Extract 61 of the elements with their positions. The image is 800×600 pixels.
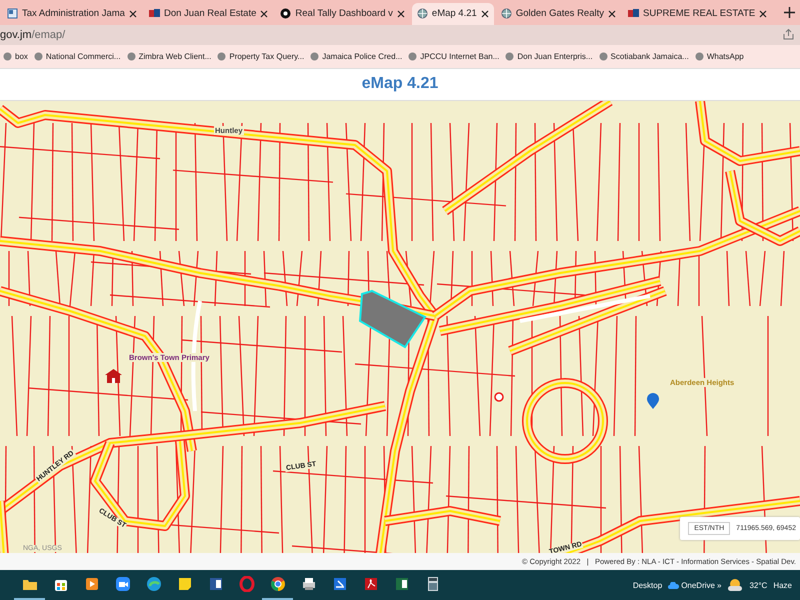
- bookmark-item[interactable]: Jamaica Police Cred...: [307, 52, 406, 61]
- site-icon: [408, 52, 418, 61]
- share-icon[interactable]: [783, 29, 794, 40]
- globe-icon: [500, 8, 512, 20]
- bookmark-item[interactable]: Don Juan Enterpris...: [502, 52, 596, 61]
- scanner-icon: [332, 576, 348, 592]
- address-field[interactable]: gov.jm/emap/: [0, 28, 66, 41]
- site-icon: [34, 52, 43, 61]
- sticky-note-icon: [176, 576, 192, 592]
- play-icon: [84, 576, 100, 592]
- browser-tab[interactable]: SUPREME REAL ESTATE: [623, 2, 772, 25]
- weather-label: Haze: [773, 580, 792, 590]
- word-document-icon: [208, 576, 224, 592]
- site-icon: [3, 52, 12, 61]
- close-icon[interactable]: [608, 10, 616, 18]
- sun-cloud-icon: [727, 578, 744, 592]
- site-icon: [598, 52, 608, 61]
- cloud-icon: [668, 582, 680, 588]
- close-icon[interactable]: [128, 10, 137, 18]
- temperature-label: 32°C: [749, 580, 768, 590]
- new-tab-icon[interactable]: [784, 6, 796, 18]
- close-icon[interactable]: [260, 10, 268, 18]
- bookmark-item[interactable]: JPCCU Internet Ban...: [405, 52, 502, 61]
- browser-tab[interactable]: Tax Administration Jama: [2, 2, 142, 25]
- map-pin-icon[interactable]: [647, 392, 659, 409]
- dark-circle-favicon-icon: [280, 8, 292, 20]
- close-icon[interactable]: [480, 10, 489, 18]
- bookmark-item[interactable]: National Commerci...: [30, 52, 124, 61]
- onedrive-label[interactable]: OneDrive: [681, 580, 715, 590]
- browser-tab[interactable]: Real Tally Dashboard v: [275, 2, 410, 25]
- browser-tab[interactable]: Golden Gates Realty: [496, 2, 621, 25]
- app-title: eMap 4.21: [362, 75, 438, 94]
- close-icon[interactable]: [759, 10, 768, 18]
- logo-favicon-icon: [628, 8, 639, 20]
- site-icon: [126, 52, 136, 61]
- site-icon: [505, 52, 514, 61]
- browser-tab[interactable]: eMap 4.21: [412, 2, 494, 25]
- globe-icon: [416, 8, 428, 20]
- printer-icon: [300, 576, 316, 592]
- spreadsheet-icon: [394, 576, 410, 592]
- more-chevron[interactable]: »: [716, 580, 722, 590]
- desktop-label[interactable]: Desktop: [632, 580, 662, 590]
- swirl-icon: [146, 576, 162, 592]
- school-icon: [105, 368, 122, 383]
- bookmark-item[interactable]: box: [0, 52, 31, 61]
- video-camera-icon: [114, 576, 130, 592]
- bookmark-item[interactable]: WhatsApp: [692, 52, 747, 61]
- selected-parcel[interactable]: [358, 290, 426, 348]
- logo-favicon-icon: [148, 8, 160, 20]
- ring-icon: [238, 576, 254, 592]
- site-icon: [217, 52, 226, 61]
- close-icon[interactable]: [396, 10, 405, 18]
- browser-tab[interactable]: Don Juan Real Estate: [144, 2, 274, 25]
- site-icon: [694, 52, 704, 61]
- bookmark-item[interactable]: Scotiabank Jamaica...: [596, 52, 692, 61]
- pdf-icon: [362, 576, 378, 592]
- bookmark-item[interactable]: Property Tax Query...: [214, 52, 308, 61]
- document-favicon-icon: [7, 8, 18, 20]
- browser-icon: [270, 576, 286, 592]
- bookmark-item[interactable]: Zimbra Web Client...: [124, 52, 214, 61]
- site-icon: [310, 52, 320, 61]
